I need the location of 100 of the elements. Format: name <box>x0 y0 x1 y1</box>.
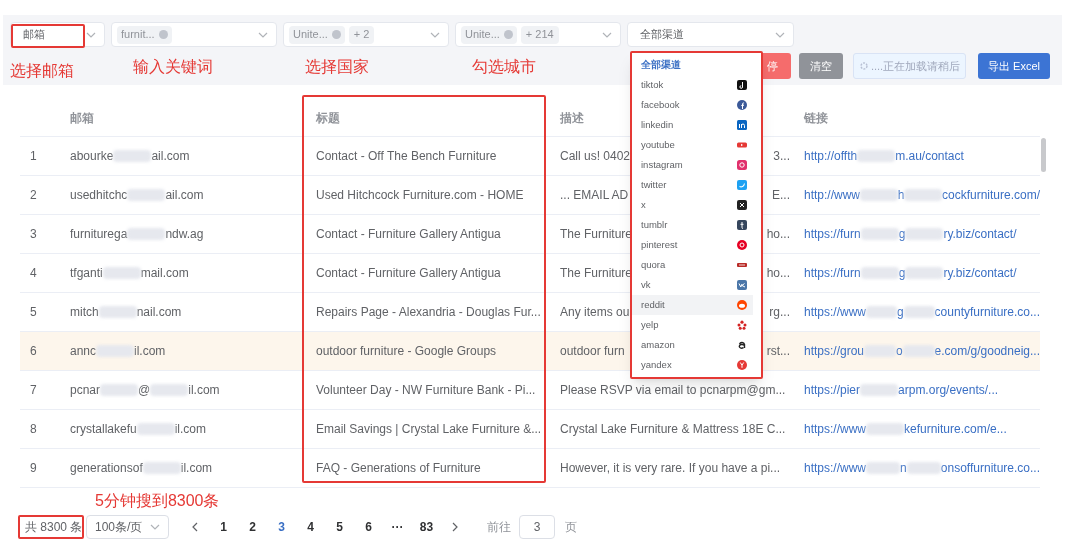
menu-item[interactable]: tumblr <box>632 215 753 235</box>
menu-item[interactable]: linkedin <box>632 115 753 135</box>
table-cell: Contact - Furniture Gallery Antigua <box>316 227 501 241</box>
chevron-down-icon[interactable] <box>150 524 160 530</box>
text-fragment: ail.com <box>151 148 190 165</box>
link[interactable]: https://www kefurniture.com/e... <box>804 420 1040 438</box>
link[interactable]: https://furn g ry.biz/contact/ <box>804 264 1040 282</box>
menu-item[interactable]: tiktok <box>632 75 753 95</box>
close-icon[interactable] <box>158 30 168 39</box>
menu-item[interactable]: x <box>632 195 753 215</box>
page-button[interactable]: 2 <box>238 515 267 539</box>
video-play-icon <box>737 140 747 150</box>
text-fragment: furniturega <box>70 226 128 243</box>
bird-icon <box>737 180 747 190</box>
close-icon[interactable] <box>503 30 513 39</box>
redaction-blur <box>100 384 139 396</box>
redaction-blur <box>906 462 941 474</box>
redaction-blur <box>102 267 141 279</box>
table-cell-text: ho... <box>766 226 790 243</box>
text-fragment: il.com <box>180 460 213 477</box>
scrollbar-thumb[interactable] <box>1041 138 1046 172</box>
annotation-label: 勾选城市 <box>472 57 536 77</box>
page-button[interactable]: 3 <box>267 515 296 539</box>
redaction-blur <box>866 306 897 318</box>
menu-item[interactable]: reddit <box>632 295 753 315</box>
menu-item[interactable]: amazon <box>632 335 753 355</box>
text-fragment: generationsof <box>70 460 143 477</box>
column-header: 标题 <box>316 111 340 125</box>
table-cell: Used Hitchcock Furniture.com - HOME <box>316 188 524 202</box>
table-cell-text: rg... <box>769 304 790 321</box>
redaction-blur <box>905 267 944 279</box>
cross-icon <box>737 200 747 210</box>
page-button[interactable]: ··· <box>383 515 412 539</box>
table-cell-text: The Furniture <box>560 265 633 282</box>
link[interactable]: https://furn g ry.biz/contact/ <box>804 225 1040 243</box>
close-icon[interactable] <box>331 30 341 39</box>
table-cell: Repairs Page - Alexandria - Douglas Fur... <box>316 305 541 319</box>
row-number: 6 <box>29 343 38 360</box>
text-fragment: pcnar <box>70 382 101 399</box>
social-vk-icon <box>737 280 747 290</box>
table-cell-text: ho... <box>766 265 790 282</box>
table-cell-text: Any items ou <box>560 304 630 321</box>
redaction-blur <box>860 189 898 201</box>
text-fragment: @ <box>138 382 151 399</box>
page-button[interactable]: 6 <box>354 515 383 539</box>
social-t-icon <box>737 220 747 230</box>
menu-item[interactable]: twitter <box>632 175 753 195</box>
music-note-icon <box>737 80 747 90</box>
column-header: 邮箱 <box>70 111 94 125</box>
menu-item[interactable]: 全部渠道 <box>632 55 753 75</box>
row-number: 5 <box>29 304 38 321</box>
page-input[interactable]: 3 <box>519 515 555 539</box>
link[interactable]: https://www g countyfurniture.co... <box>804 303 1040 321</box>
table-cell-text: However, it is very rare. If you have a pi... <box>560 460 781 477</box>
redaction-blur <box>866 462 901 474</box>
social-q-icon <box>737 260 747 270</box>
pin-circle-icon <box>737 240 747 250</box>
page-button[interactable]: 1 <box>209 515 238 539</box>
text-fragment: mitch <box>70 304 99 321</box>
link[interactable]: https://pier arpm.org/events/... <box>804 381 1040 399</box>
menu-item[interactable]: quora <box>632 255 753 275</box>
chevron-down-icon[interactable] <box>86 32 96 38</box>
table-cell-text: 3... <box>773 148 790 165</box>
menu-item[interactable]: youtube <box>632 135 753 155</box>
link[interactable]: https://grou o e.com/g/goodneig... <box>804 342 1040 360</box>
menu-item[interactable]: pinterest <box>632 235 753 255</box>
link[interactable]: http://offth m.au/contact <box>804 147 1040 165</box>
chevron-down-icon[interactable] <box>602 32 612 38</box>
redaction-blur <box>142 462 181 474</box>
table-cell-text: ... EMAIL AD <box>560 187 629 204</box>
text-fragment: tfganti <box>70 265 103 282</box>
chevron-down-icon[interactable] <box>258 32 268 38</box>
spinner-icon <box>858 61 869 71</box>
chevron-down-icon[interactable] <box>430 32 440 38</box>
annotation-label: 5分钟搜到8300条 <box>95 491 220 511</box>
page-button[interactable]: 4 <box>296 515 325 539</box>
count-tag: + 214 <box>520 25 559 44</box>
table-cell-text: rst... <box>766 343 790 360</box>
select-field[interactable]: 全部渠道 <box>627 22 794 47</box>
page-button[interactable]: 83 <box>412 515 441 539</box>
menu-item[interactable]: yelp <box>632 315 753 335</box>
text-fragment: annc <box>70 343 97 360</box>
action-button[interactable]: 导出 Excel <box>978 53 1050 79</box>
text-fragment: il.com <box>134 343 166 360</box>
redaction-blur <box>136 423 175 435</box>
link[interactable]: https://www n onsoffurniture.co... <box>804 459 1040 477</box>
row-number: 4 <box>29 265 38 282</box>
table-cell-text: The Furniture <box>560 226 633 243</box>
link[interactable]: http://www h cockfurniture.com/ <box>804 186 1040 204</box>
chevron-down-icon[interactable] <box>775 32 785 38</box>
page-suffix: 页 <box>565 519 577 536</box>
menu-item[interactable]: facebook <box>632 95 753 115</box>
page-size-select[interactable]: 100条/页 <box>86 515 169 539</box>
goto-label: 前往 <box>487 519 511 536</box>
annotation-label: 输入关键词 <box>133 57 213 77</box>
menu-item[interactable]: vk <box>632 275 753 295</box>
row-number: 2 <box>29 187 38 204</box>
menu-item[interactable]: instagram <box>632 155 753 175</box>
page-button[interactable]: 5 <box>325 515 354 539</box>
alien-head-icon <box>737 300 747 310</box>
